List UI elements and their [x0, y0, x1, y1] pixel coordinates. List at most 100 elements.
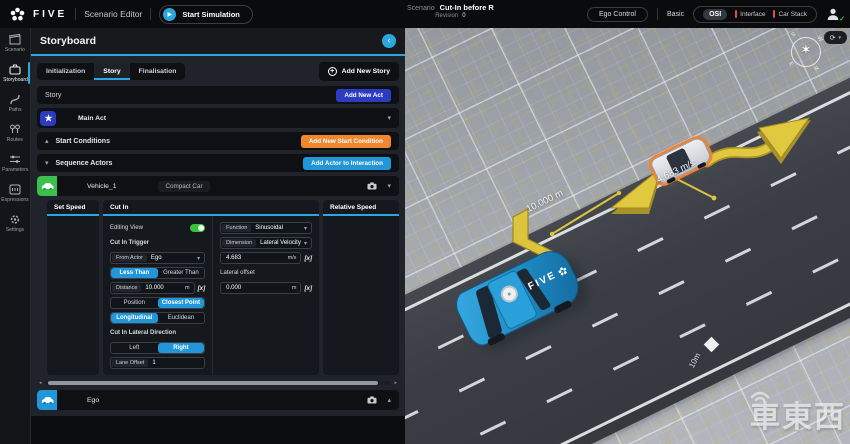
- sidebar-item-paths[interactable]: Paths: [0, 88, 30, 118]
- user-icon: [826, 7, 840, 21]
- ego-control-button[interactable]: Ego Control: [587, 7, 648, 22]
- clapperboard-icon: [9, 34, 21, 45]
- expression-icon[interactable]: [x]: [304, 285, 312, 292]
- connection-status-group: OSI Interface Car Stack: [693, 6, 817, 23]
- chevron-down-icon[interactable]: ▾: [387, 114, 391, 122]
- main-act-row[interactable]: Main Act ▾: [37, 108, 399, 128]
- scrollbar-track[interactable]: [45, 381, 392, 385]
- chevron-down-icon: ▾: [304, 240, 307, 247]
- path-curve-icon: [9, 94, 21, 105]
- tab-finalisation[interactable]: Finalisation: [130, 63, 186, 80]
- function-select[interactable]: Function Sinusoidal ▾: [220, 222, 312, 234]
- act-icon: [40, 111, 56, 126]
- euclidean-option[interactable]: Euclidean: [158, 313, 205, 323]
- sidebar-item-settings[interactable]: Settings: [0, 208, 30, 238]
- greater-than-option[interactable]: Greater Than: [158, 268, 205, 278]
- scrollbar-thumb[interactable]: [48, 381, 378, 385]
- chevron-down-icon[interactable]: ▾: [387, 182, 391, 190]
- tab-story[interactable]: Story: [94, 63, 129, 80]
- comparison-toggle: Less Than Greater Than: [110, 267, 205, 279]
- event-columns: Set Speed Cut In Editing View Cut In Tri…: [37, 200, 399, 375]
- watermark: 車東西: [748, 392, 846, 436]
- sidebar-item-parameters[interactable]: Parameters: [0, 148, 30, 178]
- storyboard-panel: Storyboard ‹ Initialization Story Finali…: [30, 28, 405, 444]
- chevron-down-icon[interactable]: ▾: [45, 159, 49, 167]
- divider: [150, 8, 151, 20]
- car-stack-status[interactable]: Car Stack: [773, 10, 807, 18]
- chevron-up-icon[interactable]: ▴: [45, 137, 49, 145]
- relative-speed-column[interactable]: Relative Speed: [323, 200, 399, 375]
- compass-gizmo[interactable]: ✶ S W N E: [787, 33, 825, 71]
- scenario-title-block: ScenarioCut-In before R Revision0: [407, 3, 494, 21]
- lateral-offset-label-row: Lateral offset: [220, 267, 312, 279]
- chevron-down-icon: ▾: [838, 35, 841, 41]
- distance-row: Distance 10.000 m [x]: [110, 282, 205, 294]
- expression-icon[interactable]: [x]: [198, 285, 206, 292]
- vehicle-name: Vehicle_1: [87, 183, 116, 190]
- user-avatar[interactable]: ✓: [826, 7, 842, 21]
- longitudinal-option[interactable]: Longitudinal: [111, 313, 158, 323]
- compass-star-icon: ✶: [787, 42, 825, 58]
- user-check-icon: ✓: [839, 15, 845, 23]
- left-option[interactable]: Left: [111, 343, 158, 353]
- lane-offset-input[interactable]: Lane Offset 1: [110, 357, 205, 369]
- vehicle-icon: [37, 176, 57, 196]
- relative-speed-header: Relative Speed: [323, 200, 399, 216]
- sidebar-item-scenario[interactable]: Scenario: [0, 28, 30, 58]
- plus-icon: +: [328, 67, 337, 76]
- ego-row[interactable]: Ego ▴: [37, 390, 399, 410]
- chevron-up-icon[interactable]: ▴: [387, 396, 391, 404]
- play-icon: ▶: [163, 8, 176, 21]
- add-new-act-button[interactable]: Add New Act: [336, 89, 391, 102]
- interface-status[interactable]: Interface: [735, 10, 765, 18]
- osi-button[interactable]: OSI: [703, 9, 727, 20]
- camera-icon[interactable]: [367, 396, 377, 404]
- add-new-start-condition-button[interactable]: Add New Start Condition: [301, 135, 391, 148]
- left-nav-rail: Scenario Storyboard Paths Routes Paramet…: [0, 28, 30, 444]
- distance-input[interactable]: Distance 10.000 m: [110, 282, 195, 294]
- closest-point-option[interactable]: Closest Point: [158, 298, 205, 308]
- basic-mode-button[interactable]: Basic: [667, 11, 684, 18]
- cut-in-body: Editing View Cut In Trigger From Actor E…: [103, 216, 319, 375]
- scroll-right-icon[interactable]: ▸: [394, 380, 397, 386]
- view-rotate-button[interactable]: ⟳ ▾: [824, 31, 847, 44]
- scroll-left-icon[interactable]: ◂: [39, 380, 42, 386]
- collapse-panel-button[interactable]: ‹: [382, 34, 396, 48]
- lateral-offset-input[interactable]: 0.000 m: [220, 282, 301, 294]
- start-simulation-button[interactable]: ▶ Start Simulation: [159, 5, 253, 24]
- add-new-story-button[interactable]: + Add New Story: [319, 62, 399, 81]
- dimension-select[interactable]: Dimension Lateral Velocity ▾: [220, 237, 312, 249]
- sidebar-item-storyboard[interactable]: Storyboard: [0, 58, 30, 88]
- vehicle-1-row[interactable]: Vehicle_1 Compact Car ▾: [37, 176, 399, 196]
- expressions-icon: [9, 184, 21, 195]
- scenario-name: Cut-In before R: [440, 3, 494, 12]
- sidebar-item-routes[interactable]: Routes: [0, 118, 30, 148]
- sidebar-item-expressions[interactable]: Expressions: [0, 178, 30, 208]
- from-actor-select[interactable]: From Actor Ego ▾: [110, 252, 205, 264]
- editing-view-toggle[interactable]: [190, 224, 205, 232]
- cut-in-function-column: Function Sinusoidal ▾ Dimension Lateral …: [213, 216, 319, 375]
- position-option[interactable]: Position: [111, 298, 158, 308]
- revision-value: 0: [462, 13, 465, 19]
- scenario-label: Scenario: [407, 5, 435, 12]
- 3d-viewport[interactable]: FIVE 10.000 m 4.683 m/s 10m ✶ S W N E: [405, 28, 850, 444]
- start-conditions-label: Start Conditions: [56, 138, 110, 145]
- less-than-option[interactable]: Less Than: [111, 268, 158, 278]
- tab-initialization[interactable]: Initialization: [37, 63, 94, 80]
- velocity-row: 4.683 m/s [x]: [220, 252, 312, 264]
- story-label: Story: [45, 92, 61, 99]
- chevron-down-icon: ▾: [304, 225, 307, 232]
- app-title: Scenario Editor: [84, 9, 142, 19]
- add-actor-to-interaction-button[interactable]: Add Actor to Interaction: [303, 157, 391, 170]
- set-speed-column[interactable]: Set Speed: [47, 200, 99, 375]
- start-conditions-row[interactable]: ▴ Start Conditions Add New Start Conditi…: [37, 132, 399, 150]
- lateral-direction-label-row: Cut In Lateral Direction: [110, 327, 205, 339]
- editing-view-row: Editing View: [110, 222, 205, 234]
- velocity-input[interactable]: 4.683 m/s: [220, 252, 301, 264]
- compass-south: S: [791, 31, 797, 38]
- editing-view-label: Editing View: [110, 225, 143, 231]
- sequence-actors-row[interactable]: ▾ Sequence Actors Add Actor to Interacti…: [37, 154, 399, 172]
- expression-icon[interactable]: [x]: [304, 255, 312, 262]
- right-option[interactable]: Right: [158, 343, 205, 353]
- camera-icon[interactable]: [367, 182, 377, 190]
